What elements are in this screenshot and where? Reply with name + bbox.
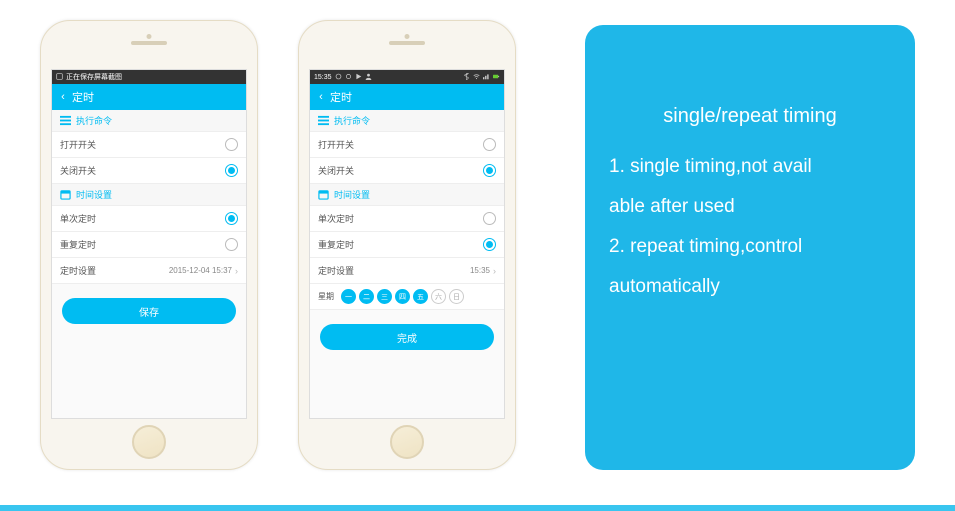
row-label: 定时设置 xyxy=(60,264,169,277)
row-single-timing[interactable]: 单次定时 xyxy=(310,206,504,232)
bottom-accent-bar xyxy=(0,505,955,511)
row-repeat-timing[interactable]: 重复定时 xyxy=(310,232,504,258)
alarm-icon xyxy=(335,73,342,82)
header-title: 定时 xyxy=(72,89,94,105)
radio-icon[interactable] xyxy=(225,238,238,251)
list-icon xyxy=(318,115,329,126)
bt-icon xyxy=(463,73,470,82)
wifi-icon xyxy=(473,73,480,82)
home-button[interactable] xyxy=(390,425,424,459)
status-time: 15:35 xyxy=(314,74,332,81)
statusbar-2: 15:35 xyxy=(310,70,504,84)
radio-icon[interactable] xyxy=(483,212,496,225)
calendar-icon xyxy=(60,189,71,200)
button-label: 完成 xyxy=(397,330,417,345)
section-time: 时间设置 xyxy=(52,184,246,206)
info-panel: single/repeat timing 1. single timing,no… xyxy=(585,25,915,470)
save-button[interactable]: 保存 xyxy=(62,298,236,324)
header-title: 定时 xyxy=(330,89,352,105)
row-label: 定时设置 xyxy=(318,264,470,277)
sync-icon xyxy=(345,73,352,82)
day-toggle[interactable]: 日 xyxy=(449,289,464,304)
week-label: 星期 xyxy=(318,291,334,302)
row-power-off[interactable]: 关闭开关 xyxy=(52,158,246,184)
day-toggle[interactable]: 三 xyxy=(377,289,392,304)
time-value: 15:35 xyxy=(470,266,490,275)
chevron-right-icon: › xyxy=(493,266,496,276)
screen-1: 正在保存屏幕截图 ‹ 定时 执行命令 打开开关 关闭开关 xyxy=(51,69,247,419)
home-button[interactable] xyxy=(132,425,166,459)
info-line: automatically xyxy=(609,267,891,307)
back-icon[interactable]: ‹ xyxy=(58,91,68,103)
radio-icon[interactable] xyxy=(483,238,496,251)
info-line: 2. repeat timing,control xyxy=(609,227,891,267)
section-label: 执行命令 xyxy=(76,114,112,127)
row-power-off[interactable]: 关闭开关 xyxy=(310,158,504,184)
radio-icon[interactable] xyxy=(225,138,238,151)
section-execute: 执行命令 xyxy=(52,110,246,132)
chevron-right-icon: › xyxy=(235,266,238,276)
row-power-on[interactable]: 打开开关 xyxy=(52,132,246,158)
row-label: 关闭开关 xyxy=(60,164,225,177)
day-toggle[interactable]: 一 xyxy=(341,289,356,304)
section-time: 时间设置 xyxy=(310,184,504,206)
app-header-2: ‹ 定时 xyxy=(310,84,504,110)
info-line: able after used xyxy=(609,187,891,227)
row-time-setting[interactable]: 定时设置 2015-12-04 15:37 › xyxy=(52,258,246,284)
radio-icon[interactable] xyxy=(225,212,238,225)
row-label: 重复定时 xyxy=(318,238,483,251)
section-execute: 执行命令 xyxy=(310,110,504,132)
layout-container: 正在保存屏幕截图 ‹ 定时 执行命令 打开开关 关闭开关 xyxy=(0,0,955,511)
row-label: 单次定时 xyxy=(318,212,483,225)
phone-device-2: 15:35 xyxy=(298,20,516,470)
radio-icon[interactable] xyxy=(483,138,496,151)
calendar-icon xyxy=(318,189,329,200)
info-line: 1. single timing,not avail xyxy=(609,147,891,187)
list-icon xyxy=(60,115,71,126)
done-button[interactable]: 完成 xyxy=(320,324,494,350)
section-label: 时间设置 xyxy=(334,188,370,201)
day-toggle[interactable]: 四 xyxy=(395,289,410,304)
signal-icon xyxy=(483,73,490,82)
screen-2: 15:35 xyxy=(309,69,505,419)
section-label: 执行命令 xyxy=(334,114,370,127)
time-value: 2015-12-04 15:37 xyxy=(169,266,232,275)
weekday-row: 星期 一 二 三 四 五 六 日 xyxy=(310,284,504,310)
statusbar-text: 正在保存屏幕截图 xyxy=(66,72,122,82)
row-time-setting[interactable]: 定时设置 15:35 › xyxy=(310,258,504,284)
day-toggle[interactable]: 五 xyxy=(413,289,428,304)
phone-device-1: 正在保存屏幕截图 ‹ 定时 执行命令 打开开关 关闭开关 xyxy=(40,20,258,470)
screenshot-icon xyxy=(56,73,63,82)
row-label: 打开开关 xyxy=(318,138,483,151)
row-repeat-timing[interactable]: 重复定时 xyxy=(52,232,246,258)
back-icon[interactable]: ‹ xyxy=(316,91,326,103)
button-label: 保存 xyxy=(139,304,159,319)
person-icon xyxy=(365,73,372,82)
row-label: 单次定时 xyxy=(60,212,225,225)
row-label: 打开开关 xyxy=(60,138,225,151)
statusbar-1: 正在保存屏幕截图 xyxy=(52,70,246,84)
row-single-timing[interactable]: 单次定时 xyxy=(52,206,246,232)
app-header-1: ‹ 定时 xyxy=(52,84,246,110)
day-toggle[interactable]: 六 xyxy=(431,289,446,304)
play-icon xyxy=(355,73,362,82)
radio-icon[interactable] xyxy=(483,164,496,177)
row-power-on[interactable]: 打开开关 xyxy=(310,132,504,158)
day-toggle[interactable]: 二 xyxy=(359,289,374,304)
radio-icon[interactable] xyxy=(225,164,238,177)
info-title: single/repeat timing xyxy=(609,95,891,137)
row-label: 关闭开关 xyxy=(318,164,483,177)
battery-icon xyxy=(493,73,500,82)
section-label: 时间设置 xyxy=(76,188,112,201)
row-label: 重复定时 xyxy=(60,238,225,251)
